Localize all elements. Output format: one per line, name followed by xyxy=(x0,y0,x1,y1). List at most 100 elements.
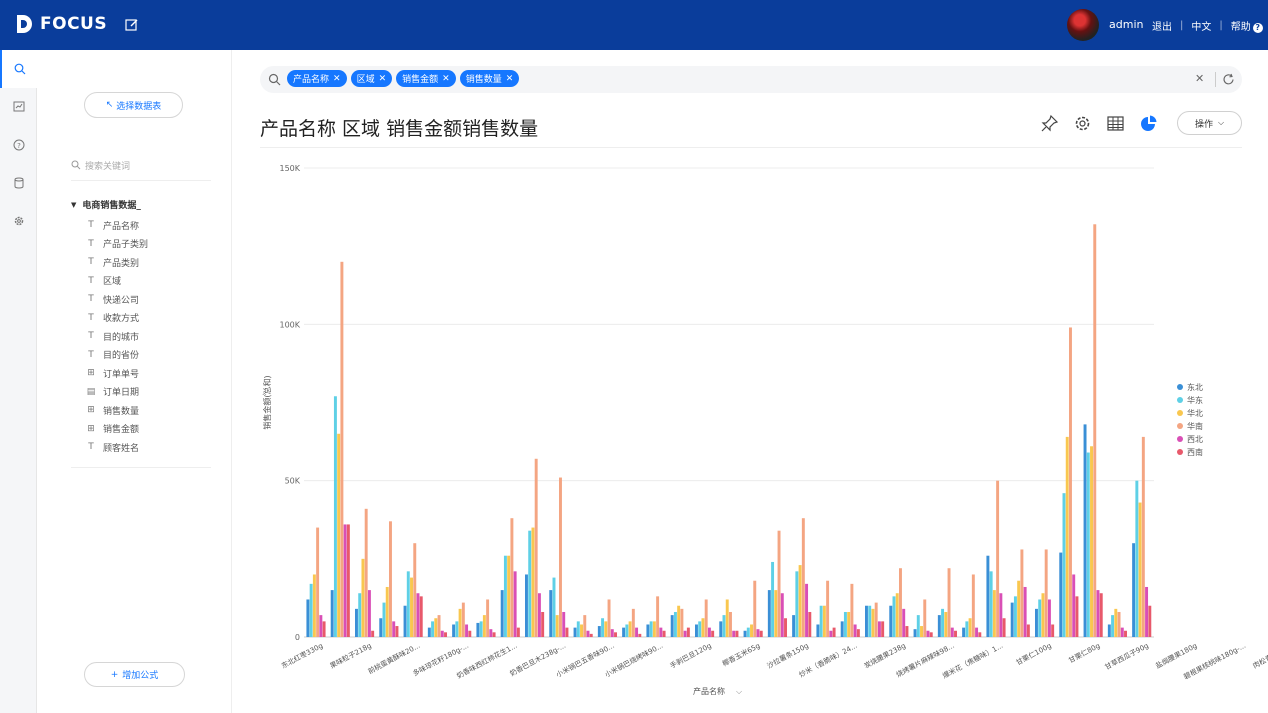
clear-icon[interactable]: ✕ xyxy=(1195,72,1204,85)
text-field-icon: T xyxy=(88,238,94,249)
bar xyxy=(583,615,587,637)
select-table-button[interactable]: ↖ 选择数据表 xyxy=(84,92,183,118)
search-bar[interactable]: 产品名称 ✕ 区域 ✕ 销售金额 ✕ 销售数量 ✕ ✕ xyxy=(260,66,1242,93)
bar xyxy=(656,596,660,637)
field-item[interactable]: ▤ 订单日期 xyxy=(85,383,225,402)
field-item[interactable]: T 快递公司 xyxy=(85,290,225,309)
remove-tag-icon[interactable]: ✕ xyxy=(442,74,450,84)
bar xyxy=(622,627,626,637)
bar xyxy=(986,555,990,637)
bar xyxy=(589,633,593,637)
bar xyxy=(978,632,982,637)
bar xyxy=(1017,580,1021,637)
rail-settings[interactable] xyxy=(0,202,37,240)
bar xyxy=(732,630,736,637)
search-tag[interactable]: 区域 ✕ xyxy=(350,70,393,87)
language-switch[interactable]: 中文 xyxy=(1191,18,1211,33)
field-item[interactable]: ⊞ 销售金额 xyxy=(85,420,225,439)
field-item[interactable]: T 产品类别 xyxy=(85,253,225,272)
field-label: 收款方式 xyxy=(103,314,140,325)
bar xyxy=(580,624,583,637)
bar xyxy=(743,630,747,637)
plus-icon: + xyxy=(110,669,119,680)
bar xyxy=(371,630,375,637)
bar xyxy=(853,624,857,637)
pin-icon[interactable] xyxy=(1040,114,1059,133)
avatar[interactable] xyxy=(1067,9,1099,41)
bar xyxy=(905,626,909,637)
pie-chart-icon[interactable] xyxy=(1139,114,1158,133)
settings-icon[interactable] xyxy=(1073,114,1092,133)
add-formula-button[interactable]: + 增加公式 xyxy=(84,662,185,687)
rail-dashboard[interactable] xyxy=(0,88,37,126)
bar xyxy=(1072,574,1076,637)
search-tag[interactable]: 销售金额 ✕ xyxy=(396,70,456,87)
help-icon: ? xyxy=(1252,23,1263,33)
remove-tag-icon[interactable]: ✕ xyxy=(506,74,514,84)
bar xyxy=(1138,502,1142,637)
divider: | xyxy=(1219,20,1223,31)
bar xyxy=(1065,436,1069,637)
top-bar: FOCUS admin 退出 | 中文 | 帮助? xyxy=(0,0,1268,50)
field-item[interactable]: T 产品名称 xyxy=(85,216,225,235)
x-tick-label: 沙拉薯条150g xyxy=(765,641,810,670)
x-tick-label: 甘草西瓜子90g xyxy=(1103,641,1150,672)
bar xyxy=(1124,630,1127,637)
field-item[interactable]: T 区域 xyxy=(85,272,225,291)
bar xyxy=(767,590,771,637)
bar xyxy=(719,621,723,637)
field-item[interactable]: T 目的城市 xyxy=(85,327,225,346)
bar xyxy=(822,605,826,637)
rail-search[interactable] xyxy=(0,50,37,88)
search-tag[interactable]: 产品名称 ✕ xyxy=(287,70,347,87)
focus-logo-icon xyxy=(17,15,32,33)
field-item[interactable]: ⊞ 销售数量 xyxy=(85,401,225,420)
rail-database[interactable] xyxy=(0,164,37,202)
bar xyxy=(944,611,948,637)
bar xyxy=(1135,480,1139,637)
bar xyxy=(1141,436,1145,637)
legend-label: 西北 xyxy=(1187,435,1203,444)
field-item[interactable]: ⊞ 订单单号 xyxy=(85,364,225,383)
bar xyxy=(340,261,344,637)
field-search-input[interactable]: 搜索关键词 xyxy=(71,155,211,175)
bar xyxy=(652,621,656,637)
bar xyxy=(707,627,711,637)
text-field-icon: T xyxy=(88,312,94,323)
field-item[interactable]: T 目的省份 xyxy=(85,346,225,365)
bar xyxy=(843,611,847,637)
field-item[interactable]: T 产品子类别 xyxy=(85,235,225,254)
dataset-node[interactable]: ▼ 电商销售数据_ xyxy=(71,198,141,212)
text-field-icon: T xyxy=(88,442,94,453)
bar xyxy=(1002,618,1006,637)
operations-button[interactable]: 操作 ⌵ xyxy=(1177,111,1242,135)
table-icon[interactable] xyxy=(1106,114,1125,133)
field-label: 目的城市 xyxy=(103,332,140,343)
edit-icon[interactable] xyxy=(124,17,140,33)
bar xyxy=(364,508,368,637)
focus-logo[interactable]: FOCUS xyxy=(14,13,107,35)
bar xyxy=(992,590,996,637)
bar xyxy=(625,624,629,637)
text-field-icon: T xyxy=(88,220,94,231)
field-item[interactable]: T 收款方式 xyxy=(85,309,225,328)
remove-tag-icon[interactable]: ✕ xyxy=(333,74,341,84)
x-tick-label: 甘栗仁80g xyxy=(1067,641,1102,665)
field-item[interactable]: T 顾客姓名 xyxy=(85,438,225,457)
logout-link[interactable]: 退出 xyxy=(1152,18,1172,33)
bar xyxy=(895,593,899,637)
user-name[interactable]: admin xyxy=(1109,18,1143,31)
bar xyxy=(549,590,553,637)
refresh-icon[interactable] xyxy=(1222,73,1235,86)
search-tag[interactable]: 销售数量 ✕ xyxy=(459,70,520,87)
bar xyxy=(777,530,781,637)
rail-help[interactable]: ? xyxy=(0,126,37,164)
bar xyxy=(916,615,920,637)
bar xyxy=(798,565,802,637)
field-label: 销售金额 xyxy=(103,425,140,436)
bar xyxy=(528,530,532,637)
pointer-icon: ↖ xyxy=(105,100,114,110)
bar xyxy=(306,599,310,637)
remove-tag-icon[interactable]: ✕ xyxy=(379,74,387,84)
help-link[interactable]: 帮助? xyxy=(1231,18,1263,33)
